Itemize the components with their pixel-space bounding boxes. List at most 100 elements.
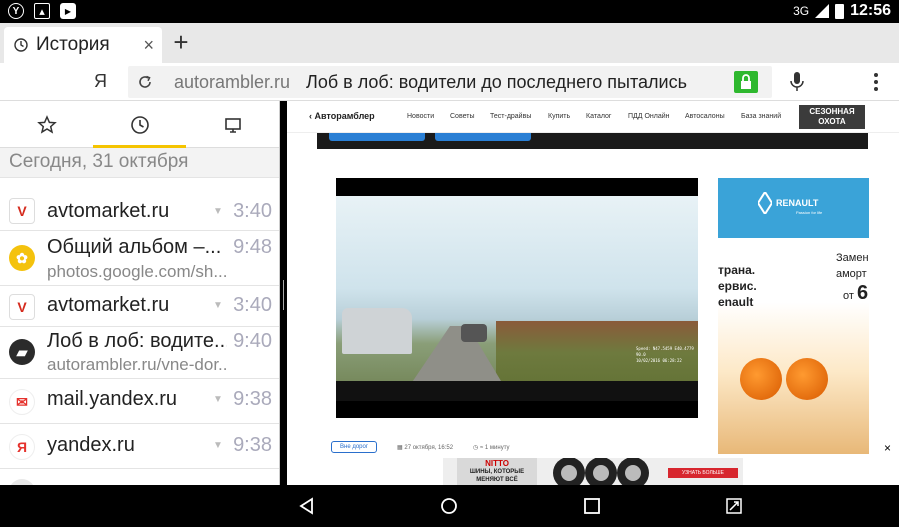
menu-icon[interactable] (868, 71, 884, 93)
site-nav: ‹ Авторамблер Новости Советы Тест-драйвы… (287, 101, 899, 133)
ad-right-text: Замен аморт (836, 252, 869, 280)
expand-arrow-icon[interactable]: ▼ (213, 206, 223, 217)
nav-item[interactable]: Каталог (586, 113, 611, 120)
site-logo[interactable]: ‹ Авторамблер (309, 111, 375, 121)
hero-strip (317, 133, 868, 149)
yandex-mail-icon: ✉ (9, 389, 35, 415)
renault-ad[interactable]: RENAULT Passion for life трана. ервис. e… (718, 178, 869, 454)
close-tab-icon[interactable]: × (143, 35, 154, 56)
tires-image (553, 458, 649, 485)
nav-item[interactable]: Купить (548, 113, 570, 120)
history-item[interactable]: ✉ mail.yandex.ru ▼ 9:38 (0, 379, 279, 424)
panel-tabs (0, 101, 279, 148)
recents-icon[interactable] (583, 497, 601, 515)
renault-logo-icon (758, 192, 772, 214)
nav-item[interactable]: Автосалоны (685, 113, 725, 120)
close-ad-icon[interactable]: × (884, 441, 891, 455)
autorambler-icon: ▰ (9, 339, 35, 365)
video-frame: Speed: N47.5459 E40.4779 90.0 10/02/2016… (336, 196, 698, 401)
address-bar[interactable]: autorambler.ru Лоб в лоб: водители до по… (128, 66, 772, 98)
promo-badge[interactable]: СЕЗОННАЯ ОХОТА (799, 105, 865, 129)
history-item-partial[interactable] (0, 469, 279, 485)
youtube-icon: ▶ (60, 3, 76, 19)
tab-devices[interactable] (186, 101, 279, 148)
network-type: 3G (793, 4, 810, 18)
yandex-button[interactable]: Я (94, 71, 107, 92)
monitor-icon (224, 117, 241, 133)
home-icon[interactable] (440, 497, 458, 515)
clock: 12:56 (850, 2, 891, 19)
video-car (461, 324, 487, 342)
expand-arrow-icon[interactable]: ▼ (213, 440, 223, 451)
history-item-title: mail.yandex.ru (47, 388, 178, 410)
back-icon[interactable] (298, 497, 316, 515)
article-meta: Вне дорог ▦ 27 октября, 16:52 ◷ ≈ 1 мину… (331, 439, 510, 455)
status-bar: Y ▴ ▶ 3G 12:56 (0, 0, 899, 23)
ad-header: RENAULT Passion for life (718, 178, 869, 238)
history-item[interactable]: V avtomarket.ru ▼ 3:40 (0, 286, 279, 327)
expand-arrow-icon[interactable]: ▼ (213, 300, 223, 311)
expand-arrow-icon[interactable]: ▼ (213, 394, 223, 405)
history-item-time: 9:38 (233, 434, 272, 456)
hero-button[interactable] (329, 133, 425, 141)
category-tag[interactable]: Вне дорог (331, 441, 378, 453)
tab-title: История (36, 34, 110, 55)
video-player[interactable]: Speed: N47.5459 E40.4779 90.0 10/02/2016… (336, 178, 698, 418)
history-item-time: 3:40 (233, 200, 272, 222)
webpage-view[interactable]: ‹ Авторамблер Новости Советы Тест-драйвы… (287, 101, 899, 485)
tab-bookmarks[interactable] (0, 101, 93, 148)
tab-history[interactable]: История × (4, 27, 162, 63)
ad-pumpkin (786, 358, 828, 400)
history-item[interactable]: ▰ Лоб в лоб: водите... autorambler.ru/vn… (0, 327, 279, 379)
ad-price: от 6 (843, 282, 869, 304)
video-dashboard (336, 381, 698, 401)
reload-icon[interactable] (137, 74, 153, 90)
history-item[interactable]: ✿ Общий альбом –... photos.google.com/sh… (0, 231, 279, 286)
avtomarket-icon: V (9, 198, 35, 224)
new-tab-button[interactable]: + (168, 27, 194, 57)
history-item-url: photos.google.com/sh... (47, 262, 227, 281)
history-item-title: Лоб в лоб: водите... (47, 330, 227, 352)
history-item-partial[interactable] (0, 165, 279, 178)
lock-icon[interactable] (734, 71, 758, 93)
article-date: ▦ 27 октября, 16:52 (397, 444, 454, 451)
read-time: ◷ ≈ 1 минуту (473, 444, 510, 451)
ad-left-text: трана. ервис. enault (718, 263, 757, 309)
history-item-title: Общий альбом –... (47, 236, 222, 258)
image-icon: ▴ (34, 3, 50, 19)
avtomarket-icon: V (9, 294, 35, 320)
history-item[interactable]: V avtomarket.ru ▼ 3:40 (0, 190, 279, 231)
omnibar: Я autorambler.ru Лоб в лоб: водители до … (0, 63, 899, 101)
navigation-bar (0, 485, 899, 527)
banner-text: NITTO ШИНЫ, КОТОРЫЕ МЕНЯЮТ ВСЁ (457, 458, 537, 485)
page-title: Лоб в лоб: водители до последнего пытали… (306, 72, 687, 92)
ad-tagline: Passion for life (796, 210, 823, 215)
video-overlay-text: Speed: N47.5459 E40.4779 90.0 10/02/2016… (636, 346, 694, 363)
history-item-time: 3:40 (233, 294, 272, 316)
nav-item[interactable]: Новости (407, 113, 434, 120)
clock-icon (14, 38, 28, 52)
nav-item[interactable]: База знаний (741, 113, 781, 120)
yandex-icon: Я (9, 434, 35, 460)
nav-item[interactable]: ПДД Онлайн (628, 113, 670, 120)
history-panel: Сегодня, 31 октября V avtomarket.ru ▼ 3:… (0, 101, 280, 485)
history-item-url: autorambler.ru/vne-dor... (47, 355, 227, 374)
nav-item[interactable]: Тест-драйвы (490, 113, 531, 120)
tab-history-panel[interactable] (93, 101, 186, 148)
clock-icon (130, 115, 149, 134)
microphone-icon[interactable] (789, 71, 805, 93)
nav-item[interactable]: Советы (450, 113, 475, 120)
signal-icon (815, 4, 830, 18)
video-van (342, 308, 412, 354)
url-host: autorambler.ru (174, 72, 291, 92)
history-item-title: avtomarket.ru (47, 200, 170, 222)
star-icon (36, 114, 57, 134)
screenshot-icon[interactable] (725, 497, 743, 515)
ad-brand: RENAULT (776, 198, 819, 208)
history-item-title: yandex.ru (47, 434, 135, 456)
history-item-time: 9:38 (233, 388, 272, 410)
nitto-banner[interactable]: NITTO ШИНЫ, КОТОРЫЕ МЕНЯЮТ ВСЁ УЗНАТЬ БО… (443, 458, 743, 485)
history-item[interactable]: Я yandex.ru ▼ 9:38 (0, 424, 279, 469)
banner-cta-button[interactable]: УЗНАТЬ БОЛЬШЕ (668, 468, 738, 478)
hero-button[interactable] (435, 133, 531, 141)
